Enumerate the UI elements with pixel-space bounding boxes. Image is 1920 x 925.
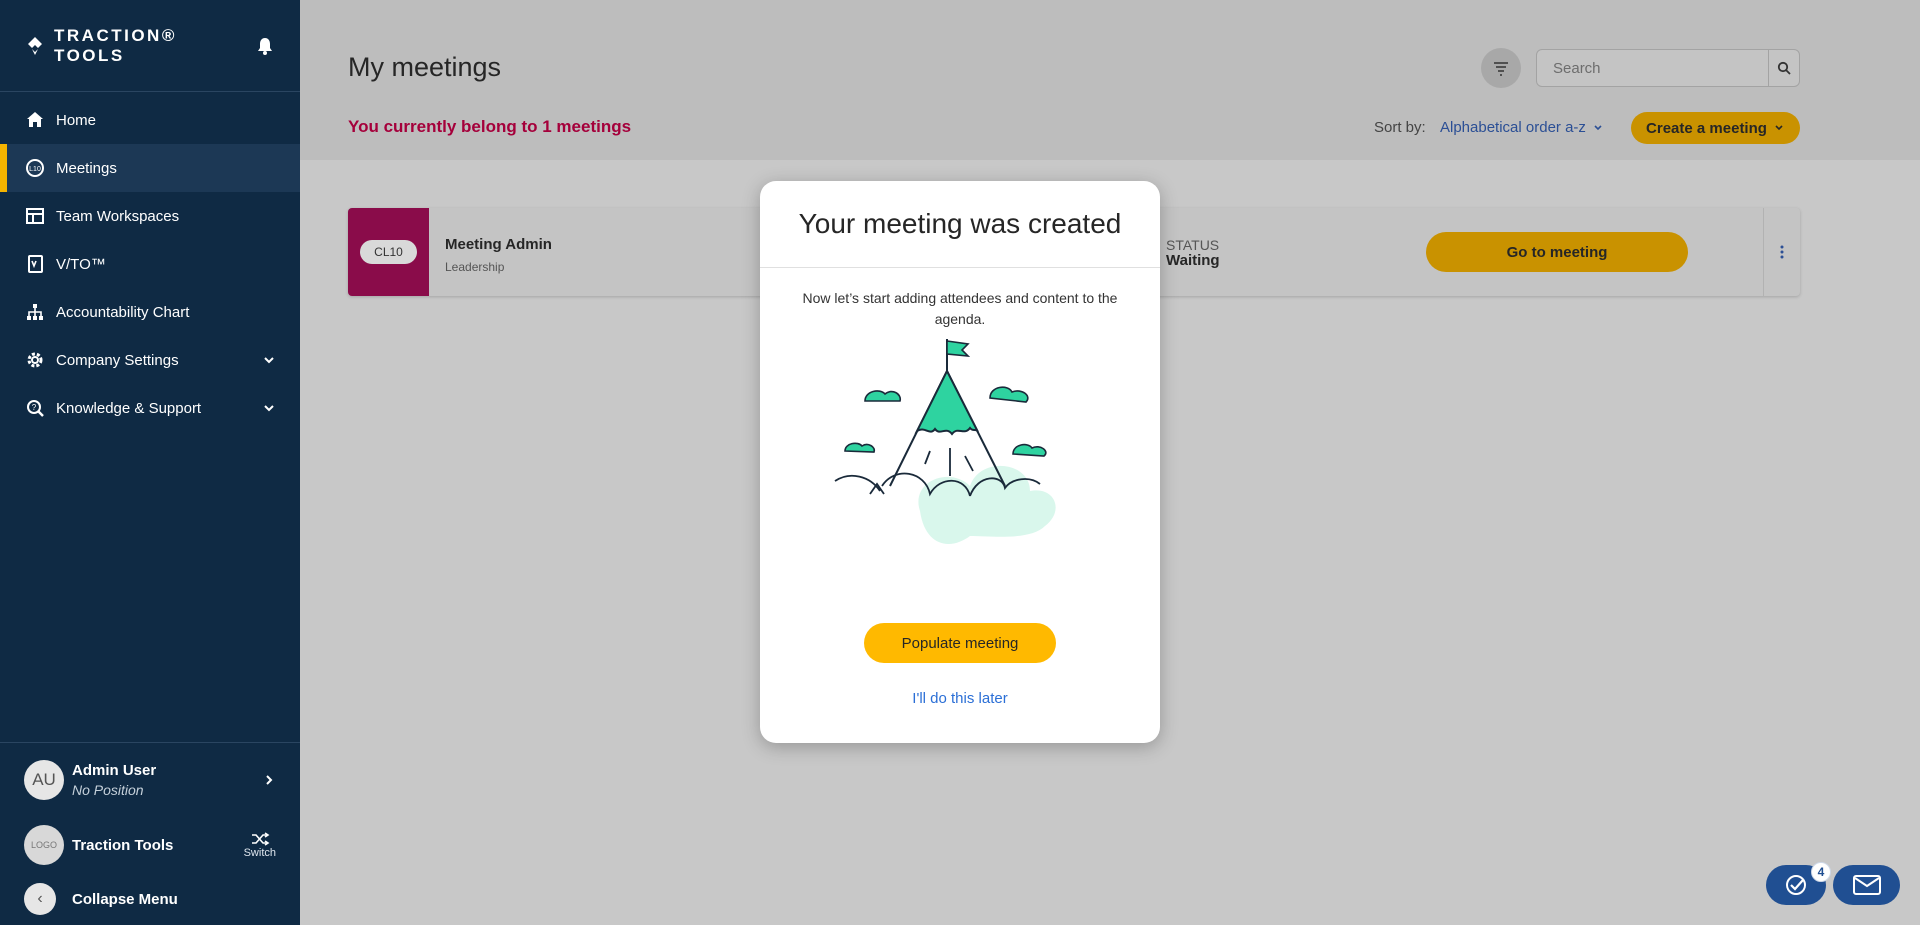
org-logo: LOGO bbox=[24, 825, 64, 865]
go-to-meeting-button[interactable]: Go to meeting bbox=[1426, 232, 1688, 272]
sidebar-item-vto[interactable]: V/TO™ bbox=[0, 240, 300, 288]
search-button[interactable] bbox=[1768, 50, 1799, 86]
page-title: My meetings bbox=[348, 52, 502, 82]
mountain-flag-illustration bbox=[834, 339, 1056, 544]
sidebar-item-label: V/TO™ bbox=[56, 255, 106, 273]
bell-icon[interactable] bbox=[254, 35, 276, 57]
sidebar-item-company-settings[interactable]: Company Settings bbox=[0, 336, 300, 384]
populate-meeting-button[interactable]: Populate meeting bbox=[864, 623, 1056, 663]
messages-button[interactable] bbox=[1833, 865, 1900, 905]
brand-bar: TRACTION® TOOLS bbox=[0, 0, 300, 92]
sidebar-nav: Home L10 Meetings Team Workspaces V/TO™ … bbox=[0, 96, 300, 432]
sidebar-item-label: Knowledge & Support bbox=[56, 399, 202, 417]
collapse-menu-button[interactable]: ‹ Collapse Menu bbox=[0, 873, 300, 925]
create-meeting-label: Create a meeting bbox=[1646, 119, 1767, 137]
filter-icon bbox=[1494, 62, 1508, 76]
status-value: Waiting bbox=[1166, 252, 1220, 269]
meeting-created-dialog: Your meeting was created Now let’s start… bbox=[760, 181, 1160, 743]
dialog-description: Now let’s start adding attendees and con… bbox=[802, 290, 1118, 327]
traction-logo-icon bbox=[28, 36, 42, 55]
sidebar-item-label: Accountability Chart bbox=[56, 303, 190, 321]
meeting-title: Meeting Admin bbox=[445, 236, 552, 253]
status-label: STATUS bbox=[1166, 237, 1220, 253]
meetings-icon: L10 bbox=[24, 157, 46, 179]
gear-icon bbox=[24, 349, 46, 371]
support-icon: ? bbox=[24, 397, 46, 419]
meeting-subtitle: Leadership bbox=[445, 260, 505, 274]
sidebar-item-home[interactable]: Home bbox=[0, 96, 300, 144]
user-name: Admin User bbox=[72, 762, 157, 779]
home-icon bbox=[24, 109, 46, 131]
mail-icon bbox=[1852, 875, 1881, 895]
search-box bbox=[1536, 49, 1800, 87]
chevron-down-icon bbox=[1594, 124, 1602, 130]
svg-text:L10: L10 bbox=[29, 166, 41, 173]
create-meeting-button[interactable]: Create a meeting bbox=[1631, 112, 1800, 144]
filter-button[interactable] bbox=[1481, 48, 1521, 88]
user-info: Admin User No Position bbox=[72, 762, 262, 798]
chevron-left-icon: ‹ bbox=[24, 883, 56, 915]
sidebar-item-team-workspaces[interactable]: Team Workspaces bbox=[0, 192, 300, 240]
user-profile[interactable]: AU Admin User No Position bbox=[0, 743, 300, 817]
switch-org-button[interactable]: Switch bbox=[244, 831, 276, 859]
chevron-down-icon[interactable] bbox=[262, 353, 276, 367]
check-circle-icon bbox=[1786, 875, 1806, 895]
sidebar-item-label: Company Settings bbox=[56, 351, 179, 369]
dialog-title: Your meeting was created bbox=[760, 181, 1160, 268]
sort-label: Sort by: bbox=[1374, 119, 1426, 136]
workspace-icon bbox=[24, 205, 46, 227]
sidebar-item-knowledge-support[interactable]: ? Knowledge & Support bbox=[0, 384, 300, 432]
sort-dropdown[interactable]: Alphabetical order a-z bbox=[1440, 119, 1604, 136]
meeting-count-text: You currently belong to 1 meetings bbox=[348, 117, 632, 136]
do-later-link[interactable]: I'll do this later bbox=[760, 690, 1160, 707]
svg-text:?: ? bbox=[32, 403, 37, 412]
tasks-count-badge: 4 bbox=[1811, 862, 1831, 882]
meeting-type-badge: CL10 bbox=[360, 240, 417, 264]
search-icon bbox=[1777, 61, 1791, 75]
search-input[interactable] bbox=[1537, 50, 1768, 86]
meeting-color-strip: CL10 bbox=[348, 208, 429, 296]
chevron-down-icon bbox=[1775, 125, 1783, 131]
more-options-button[interactable] bbox=[1763, 208, 1800, 296]
user-position: No Position bbox=[72, 782, 144, 798]
org-row: LOGO Traction Tools Switch bbox=[0, 817, 300, 873]
avatar: AU bbox=[24, 760, 64, 800]
page-header: My meetings You currently belong to 1 me… bbox=[300, 0, 1920, 160]
sidebar-item-accountability-chart[interactable]: Accountability Chart bbox=[0, 288, 300, 336]
sidebar-item-label: Home bbox=[56, 111, 97, 129]
kebab-menu-icon bbox=[1780, 245, 1784, 259]
sidebar-item-meetings[interactable]: L10 Meetings bbox=[0, 144, 300, 192]
sort-value: Alphabetical order a-z bbox=[1440, 119, 1586, 136]
sidebar-item-label: Team Workspaces bbox=[56, 207, 180, 225]
chevron-down-icon[interactable] bbox=[262, 401, 276, 415]
org-chart-icon bbox=[24, 301, 46, 323]
sidebar: TRACTION® TOOLS Home L10 Meetings Team W… bbox=[0, 0, 300, 925]
switch-label: Switch bbox=[243, 847, 276, 859]
sidebar-item-label: Meetings bbox=[56, 159, 117, 177]
chevron-right-icon[interactable] bbox=[262, 773, 276, 787]
shuffle-icon bbox=[251, 832, 270, 846]
brand-name: TRACTION® TOOLS bbox=[54, 25, 177, 65]
sidebar-footer: AU Admin User No Position LOGO Traction … bbox=[0, 742, 300, 925]
org-name: Traction Tools bbox=[72, 836, 174, 854]
collapse-label: Collapse Menu bbox=[72, 890, 178, 908]
vto-icon bbox=[24, 253, 46, 275]
